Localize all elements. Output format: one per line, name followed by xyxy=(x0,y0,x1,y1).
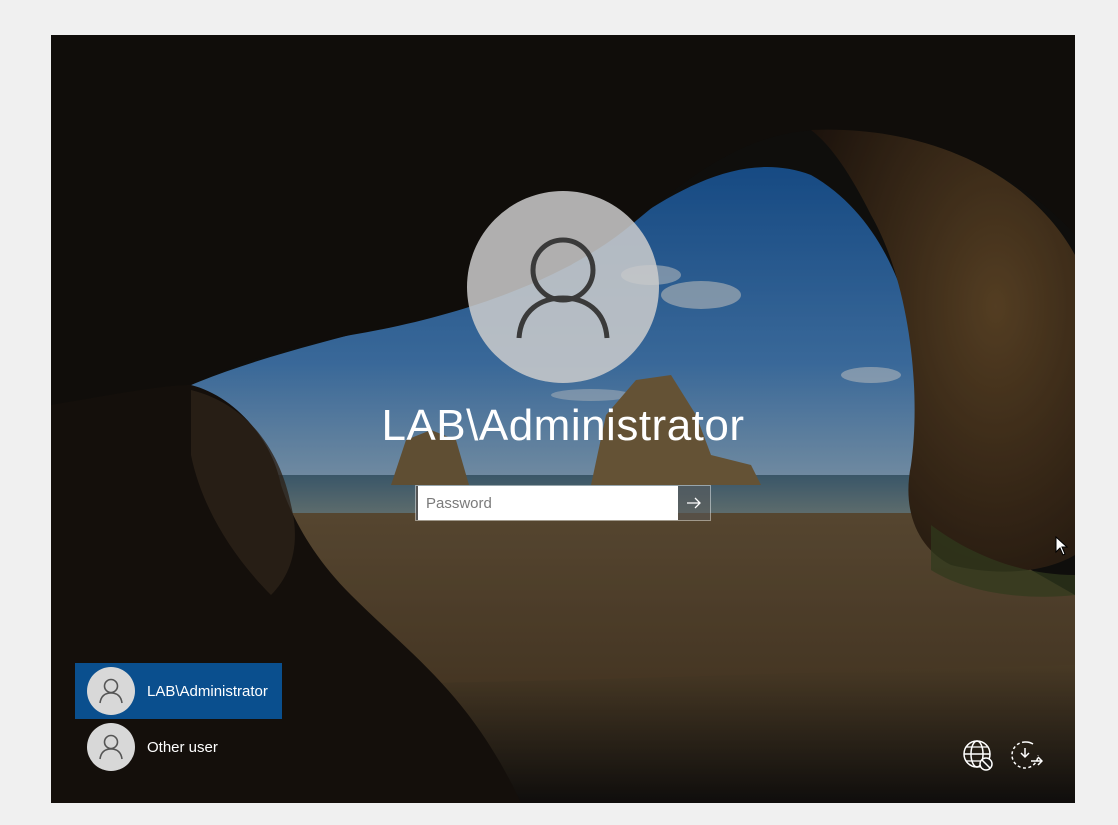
user-item-other-user[interactable]: Other user xyxy=(75,719,282,775)
mouse-cursor-icon xyxy=(1055,536,1069,556)
ease-of-access-button[interactable] xyxy=(1009,738,1043,772)
network-icon xyxy=(963,740,993,771)
user-avatar-small xyxy=(87,723,135,771)
user-icon xyxy=(99,734,123,760)
password-input[interactable] xyxy=(416,486,678,520)
user-icon xyxy=(99,678,123,704)
username-label: LAB\Administrator xyxy=(381,401,745,450)
user-avatar xyxy=(467,191,659,383)
password-box xyxy=(415,485,711,521)
submit-button[interactable] xyxy=(678,486,710,520)
ease-of-access-icon xyxy=(1011,741,1043,769)
user-list: LAB\Administrator Other user xyxy=(75,663,282,775)
user-icon xyxy=(516,237,610,339)
lock-screen: LAB\Administrator LAB\Administrator Othe… xyxy=(51,35,1075,803)
user-avatar-small xyxy=(87,667,135,715)
arrow-right-icon xyxy=(687,497,701,509)
user-item-label: LAB\Administrator xyxy=(147,682,268,700)
system-tray xyxy=(961,738,1043,772)
user-item-label: Other user xyxy=(147,738,218,756)
network-button[interactable] xyxy=(961,738,995,772)
user-item-administrator[interactable]: LAB\Administrator xyxy=(75,663,282,719)
